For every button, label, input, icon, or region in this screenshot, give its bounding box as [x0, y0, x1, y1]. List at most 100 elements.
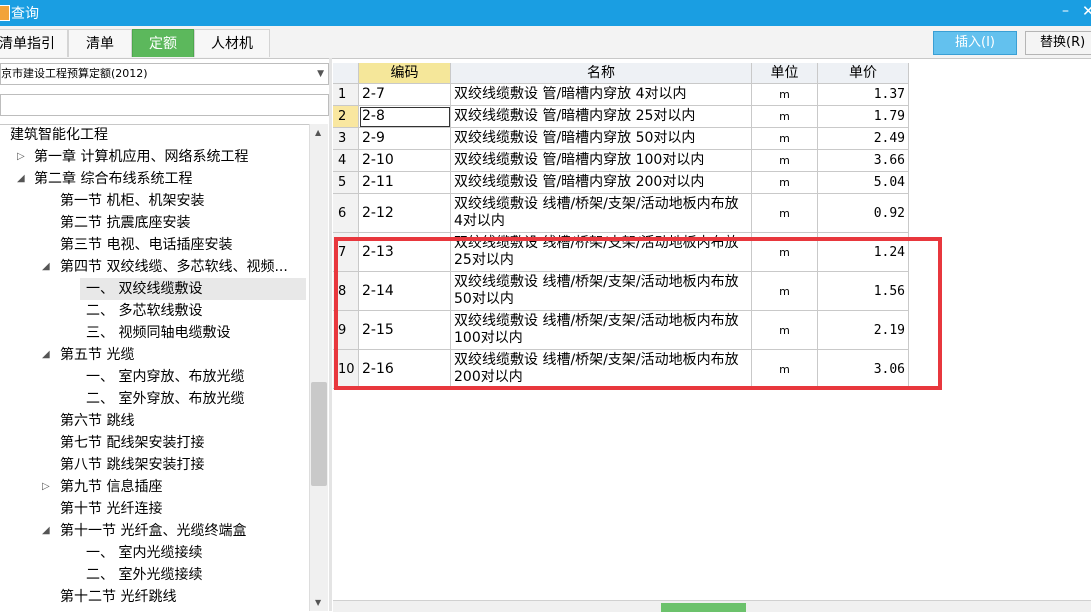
tree-item-label: 一、 室内穿放、布放光缆	[86, 369, 245, 385]
chevron-down-icon: ▼	[317, 69, 324, 79]
cell-price[interactable]: 1.79	[818, 106, 909, 128]
tree-item[interactable]: 第七节 配线架安装打接	[0, 432, 306, 454]
app-icon	[0, 5, 10, 21]
cell-unit[interactable]: m	[752, 172, 818, 194]
window-title: 查询	[11, 6, 39, 22]
tree-item-label: 第三节 电视、电话插座安装	[60, 237, 233, 253]
cell-code[interactable]: 2-10	[359, 150, 451, 172]
cell-unit[interactable]: m	[752, 194, 818, 233]
bottom-panel-bar	[333, 600, 1091, 612]
tree-item[interactable]: ▷ 第一章 计算机应用、网络系统工程	[0, 146, 306, 168]
tree-item-label: 第六节 跳线	[60, 413, 135, 429]
tree-item-label: 第十节 光纤连接	[60, 501, 163, 517]
cell-unit[interactable]: m	[752, 106, 818, 128]
header-corner	[333, 63, 359, 84]
tree-item-label: 第一章 计算机应用、网络系统工程	[34, 149, 249, 165]
row-number[interactable]: 6	[333, 194, 359, 233]
tree-item[interactable]: 二、 室外穿放、布放光缆	[0, 388, 306, 410]
tab-bill-guide[interactable]: 清单指引	[0, 29, 68, 57]
row-number[interactable]: 1	[333, 84, 359, 106]
tree-item-label: 二、 多芯软线敷设	[86, 303, 203, 319]
tree-item[interactable]: 第十二节 光纤跳线	[0, 586, 306, 608]
tree-item[interactable]: 第三节 电视、电话插座安装	[0, 234, 306, 256]
tree-item-label: 第二章 综合布线系统工程	[34, 171, 193, 187]
tree-item-label: 一、 室内光缆接续	[86, 545, 203, 561]
triangle-down-icon[interactable]: ◢	[17, 168, 25, 190]
tree-item[interactable]: ▷ 第九节 信息插座	[0, 476, 306, 498]
row-number[interactable]: 5	[333, 172, 359, 194]
tab-bar: 清单指引 清单 定额 人材机	[0, 26, 1091, 59]
tree-item-label: 第五节 光缆	[60, 347, 135, 363]
cell-price[interactable]: 5.04	[818, 172, 909, 194]
cell-price[interactable]: 2.49	[818, 128, 909, 150]
tree-item[interactable]: 第二节 抗震底座安装	[0, 212, 306, 234]
panel-splitter[interactable]	[329, 58, 332, 611]
tree-item[interactable]: ◢ 第二章 综合布线系统工程	[0, 168, 306, 190]
replace-button[interactable]: 替换(R)	[1025, 31, 1091, 55]
tree-item[interactable]: 第一节 机柜、机架安装	[0, 190, 306, 212]
close-icon[interactable]: ✕	[1082, 2, 1091, 20]
cell-name[interactable]: 双绞线缆敷设 线槽/桥架/支架/活动地板内布放 4对以内	[451, 194, 752, 233]
tree-item[interactable]: 第八节 跳线架安装打接	[0, 454, 306, 476]
cell-price[interactable]: 3.66	[818, 150, 909, 172]
triangle-down-icon[interactable]: ◢	[42, 520, 50, 542]
tree-item[interactable]: 二、 室外光缆接续	[0, 564, 306, 586]
cell-unit[interactable]: m	[752, 150, 818, 172]
tree-item-label: 三、 视频同轴电缆敷设	[86, 325, 231, 341]
minimize-icon[interactable]: –	[1062, 3, 1069, 19]
cell-name[interactable]: 双绞线缆敷设 管/暗槽内穿放 200对以内	[451, 172, 752, 194]
quota-library-select[interactable]: 京市建设工程预算定额(2012) ▼	[0, 63, 329, 85]
triangle-down-icon[interactable]: ◢	[42, 344, 50, 366]
tab-bill[interactable]: 清单	[68, 29, 132, 57]
cell-name[interactable]: 双绞线缆敷设 管/暗槽内穿放 100对以内	[451, 150, 752, 172]
cell-name[interactable]: 双绞线缆敷设 管/暗槽内穿放 25对以内	[451, 106, 752, 128]
cell-unit[interactable]: m	[752, 128, 818, 150]
tree-item-label: 第四节 双绞线缆、多芯软线、视频...	[60, 259, 288, 275]
tree-item-label: 第八节 跳线架安装打接	[60, 457, 205, 473]
tree-item-label: 二、 室外光缆接续	[86, 567, 203, 583]
tree-item[interactable]: 第六节 跳线	[0, 410, 306, 432]
tree-item[interactable]: 一、 室内光缆接续	[0, 542, 306, 564]
tree-scrollbar[interactable]: ▲ ▼	[309, 124, 328, 611]
tree-item[interactable]: 建筑智能化工程	[0, 125, 306, 146]
row-number[interactable]: 4	[333, 150, 359, 172]
tree-item[interactable]: 一、 室内穿放、布放光缆	[0, 366, 306, 388]
cell-price[interactable]: 1.37	[818, 84, 909, 106]
header-name[interactable]: 名称	[451, 63, 752, 84]
triangle-right-icon[interactable]: ▷	[42, 476, 50, 498]
row-number[interactable]: 2	[333, 106, 359, 128]
tree-item[interactable]: ◢ 第五节 光缆	[0, 344, 306, 366]
tree-item-label: 建筑智能化工程	[10, 127, 108, 143]
cell-price[interactable]: 0.92	[818, 194, 909, 233]
tree-item[interactable]: ◢ 第十一节 光纤盒、光缆终端盒	[0, 520, 306, 542]
search-input[interactable]	[0, 94, 329, 116]
tree-item[interactable]: 二、 多芯软线敷设	[0, 300, 306, 322]
header-unit[interactable]: 单位	[752, 63, 818, 84]
cell-unit[interactable]: m	[752, 84, 818, 106]
row-number[interactable]: 3	[333, 128, 359, 150]
cell-code[interactable]: 2-12	[359, 194, 451, 233]
cell-code[interactable]: 2-11	[359, 172, 451, 194]
insert-button[interactable]: 插入(I)	[933, 31, 1017, 55]
cell-code[interactable]: 2-7	[359, 84, 451, 106]
scroll-down-icon[interactable]: ▼	[315, 598, 321, 607]
tree-item[interactable]: 一、 双绞线缆敷设	[80, 278, 306, 300]
scrollbar-thumb[interactable]	[311, 382, 327, 486]
tab-labor-material-machine[interactable]: 人材机	[194, 29, 270, 57]
triangle-down-icon[interactable]: ◢	[42, 256, 50, 278]
cell-name[interactable]: 双绞线缆敷设 管/暗槽内穿放 50对以内	[451, 128, 752, 150]
header-price[interactable]: 单价	[818, 63, 909, 84]
triangle-right-icon[interactable]: ▷	[17, 146, 25, 168]
tree-item[interactable]: 三、 视频同轴电缆敷设	[0, 322, 306, 344]
tree-item[interactable]: ◢ 第四节 双绞线缆、多芯软线、视频...	[0, 256, 306, 278]
tree-item-label: 第十一节 光纤盒、光缆终端盒	[60, 523, 247, 539]
cell-code[interactable]: 2-9	[359, 128, 451, 150]
scroll-up-icon[interactable]: ▲	[315, 128, 321, 137]
tab-quota[interactable]: 定额	[132, 29, 194, 57]
tree-item-label: 第一节 机柜、机架安装	[60, 193, 205, 209]
cell-code[interactable]: 2-8	[359, 106, 451, 128]
tree-item[interactable]: 第十节 光纤连接	[0, 498, 306, 520]
header-code[interactable]: 编码	[359, 63, 451, 84]
tree-item-label: 二、 室外穿放、布放光缆	[86, 391, 245, 407]
cell-name[interactable]: 双绞线缆敷设 管/暗槽内穿放 4对以内	[451, 84, 752, 106]
